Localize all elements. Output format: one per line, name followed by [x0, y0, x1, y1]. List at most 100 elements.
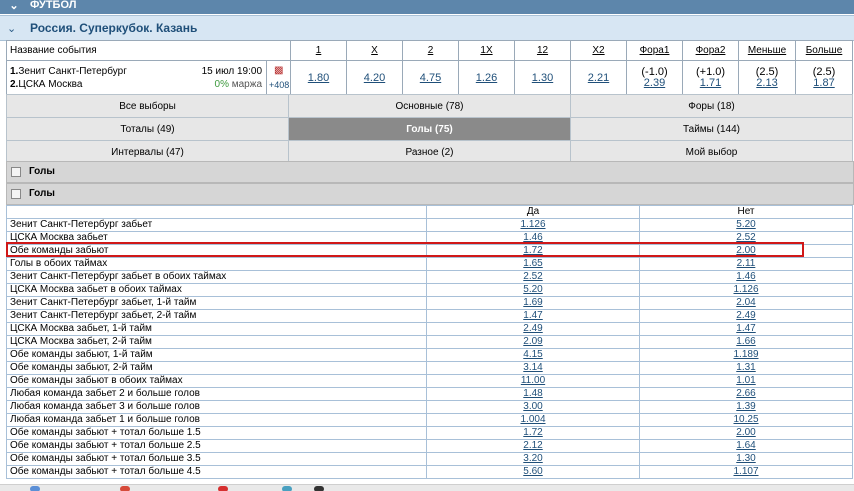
col-header-fora2[interactable]: Фора2: [682, 40, 740, 61]
table-row: ЦСКА Москва забьет, 2-й тайм 2.09 1.66: [6, 335, 853, 349]
odds-no[interactable]: 1.30: [639, 452, 853, 466]
league-title: Россия. Суперкубок. Казань: [30, 21, 198, 35]
odds-yes[interactable]: 2.52: [426, 270, 640, 284]
tab-handicaps[interactable]: Форы (18): [570, 94, 853, 118]
tab-goals[interactable]: Голы (75): [288, 117, 571, 141]
table-row: Обе команды забьют в обоих таймах 11.00 1.…: [6, 374, 853, 388]
app-icon[interactable]: [282, 486, 292, 491]
col-header-over[interactable]: Больше: [795, 40, 854, 61]
odds-no[interactable]: 1.46: [639, 270, 853, 284]
odds-yes[interactable]: 1.47: [426, 309, 640, 323]
odds-no[interactable]: 10.25: [639, 413, 853, 427]
market-label: Зенит Санкт-Петербург забьет: [6, 218, 427, 232]
odds-no[interactable]: 2.66: [639, 387, 853, 401]
odds-no[interactable]: 5.20: [639, 218, 853, 232]
tab-all[interactable]: Все выборы: [6, 94, 289, 118]
odds-yes[interactable]: 1.69: [426, 296, 640, 310]
odds-no[interactable]: 1.01: [639, 374, 853, 388]
odds-fora1[interactable]: (-1.0) 2.39: [626, 60, 684, 95]
odds-no[interactable]: 2.49: [639, 309, 853, 323]
odds-yes[interactable]: 3.20: [426, 452, 640, 466]
odds-no[interactable]: 2.04: [639, 296, 853, 310]
odds-yes[interactable]: 2.09: [426, 335, 640, 349]
chevron-down-icon[interactable]: ⌄: [7, 0, 21, 12]
odds-2[interactable]: 4.75: [402, 60, 460, 95]
table-row: Любая команда забьет 2 и больше голов 1.4…: [6, 387, 853, 401]
odds-no[interactable]: 2.00: [639, 426, 853, 440]
odds-1x[interactable]: 1.26: [458, 60, 516, 95]
odds-x[interactable]: 4.20: [346, 60, 404, 95]
bar-chart-icon[interactable]: ▩: [274, 65, 283, 76]
chevron-down-icon[interactable]: ⌄: [7, 22, 16, 35]
odds-yes[interactable]: 2.12: [426, 439, 640, 453]
col-header-12[interactable]: 12: [514, 40, 572, 61]
col-header-x2[interactable]: X2: [570, 40, 628, 61]
odds-yes[interactable]: 1.004: [426, 413, 640, 427]
col-header-1x[interactable]: 1X: [458, 40, 516, 61]
app-icon[interactable]: [120, 486, 130, 491]
table-row: Голы в обоих таймах 1.65 2.11: [6, 257, 853, 271]
odds-no[interactable]: 1.126: [639, 283, 853, 297]
odds-no[interactable]: 1.31: [639, 361, 853, 375]
market-label: ЦСКА Москва забьет, 1-й тайм: [6, 322, 427, 336]
tab-main[interactable]: Основные (78): [288, 94, 571, 118]
league-header[interactable]: ⌄ Россия. Суперкубок. Казань: [0, 15, 854, 41]
col-header-x[interactable]: X: [346, 40, 404, 61]
odds-no[interactable]: 1.189: [639, 348, 853, 362]
odds-yes[interactable]: 2.49: [426, 322, 640, 336]
odds-no[interactable]: 1.47: [639, 322, 853, 336]
col-header-under[interactable]: Меньше: [738, 40, 797, 61]
odds-1[interactable]: 1.80: [290, 60, 348, 95]
col-header-1[interactable]: 1: [290, 40, 348, 61]
odds-yes[interactable]: 3.14: [426, 361, 640, 375]
market-tabs: Все выборы Основные (78) Форы (18) Тотал…: [6, 94, 853, 164]
odds-yes[interactable]: 1.126: [426, 218, 640, 232]
odds-x2[interactable]: 2.21: [570, 60, 628, 95]
section-title: Голы: [29, 188, 55, 199]
market-label: Зенит Санкт-Петербург забьет в обоих тай…: [6, 270, 427, 284]
app-icon[interactable]: [30, 486, 40, 491]
odds-yes[interactable]: 5.20: [426, 283, 640, 297]
table-row: Зенит Санкт-Петербург забьет 1.126 5.20: [6, 218, 853, 232]
event-date: 15 июл 19:00: [201, 66, 262, 77]
table-row: ЦСКА Москва забьет, 1-й тайм 2.49 1.47: [6, 322, 853, 336]
odds-under[interactable]: (2.5) 2.13: [738, 60, 797, 95]
odds-yes[interactable]: 5.60: [426, 465, 640, 479]
odds-no[interactable]: 1.66: [639, 335, 853, 349]
section-checkbox[interactable]: [11, 167, 21, 177]
section-header[interactable]: Голы: [6, 183, 854, 205]
section-header[interactable]: Голы: [6, 161, 854, 183]
tab-halves[interactable]: Таймы (144): [570, 117, 853, 141]
tab-totals[interactable]: Тоталы (49): [6, 117, 289, 141]
odds-over[interactable]: (2.5) 1.87: [795, 60, 854, 95]
app-icon[interactable]: [218, 486, 228, 491]
odds-no[interactable]: 1.107: [639, 465, 853, 479]
label-column-header: [6, 205, 427, 219]
col-header-2[interactable]: 2: [402, 40, 460, 61]
odds-yes[interactable]: 4.15: [426, 348, 640, 362]
odds-12[interactable]: 1.30: [514, 60, 572, 95]
odds-yes[interactable]: 1.72: [426, 426, 640, 440]
table-row: Зенит Санкт-Петербург забьет в обоих тай…: [6, 270, 853, 284]
odds-yes[interactable]: 1.48: [426, 387, 640, 401]
market-label: Любая команда забьет 3 и больше голов: [6, 400, 427, 414]
stats-cell[interactable]: ▩ +408: [265, 60, 292, 95]
table-row: Обе команды забьют + тотал больше 2.5 2.1…: [6, 439, 853, 453]
sport-header[interactable]: ⌄ ФУТБОЛ: [0, 0, 854, 14]
section-checkbox[interactable]: [11, 189, 21, 199]
odds-yes[interactable]: 11.00: [426, 374, 640, 388]
col-header-fora1[interactable]: Фора1: [626, 40, 684, 61]
event-cell[interactable]: 1.Зенит Санкт-Петербург 2.ЦСКА Москва 15…: [6, 60, 267, 95]
market-label: Обе команды забьют в обоих таймах: [6, 374, 427, 388]
odds-no[interactable]: 2.11: [639, 257, 853, 271]
market-label: Зенит Санкт-Петербург забьет, 2-й тайм: [6, 309, 427, 323]
odds-fora2[interactable]: (+1.0) 1.71: [682, 60, 740, 95]
odds-no[interactable]: 1.64: [639, 439, 853, 453]
market-label: ЦСКА Москва забьет, 2-й тайм: [6, 335, 427, 349]
odds-no[interactable]: 1.39: [639, 400, 853, 414]
odds-yes[interactable]: 3.00: [426, 400, 640, 414]
app-icon[interactable]: [314, 486, 324, 491]
more-markets-count[interactable]: +408: [269, 80, 289, 90]
odds-yes[interactable]: 1.65: [426, 257, 640, 271]
event-row: 1.Зенит Санкт-Петербург 2.ЦСКА Москва 15…: [6, 60, 854, 95]
